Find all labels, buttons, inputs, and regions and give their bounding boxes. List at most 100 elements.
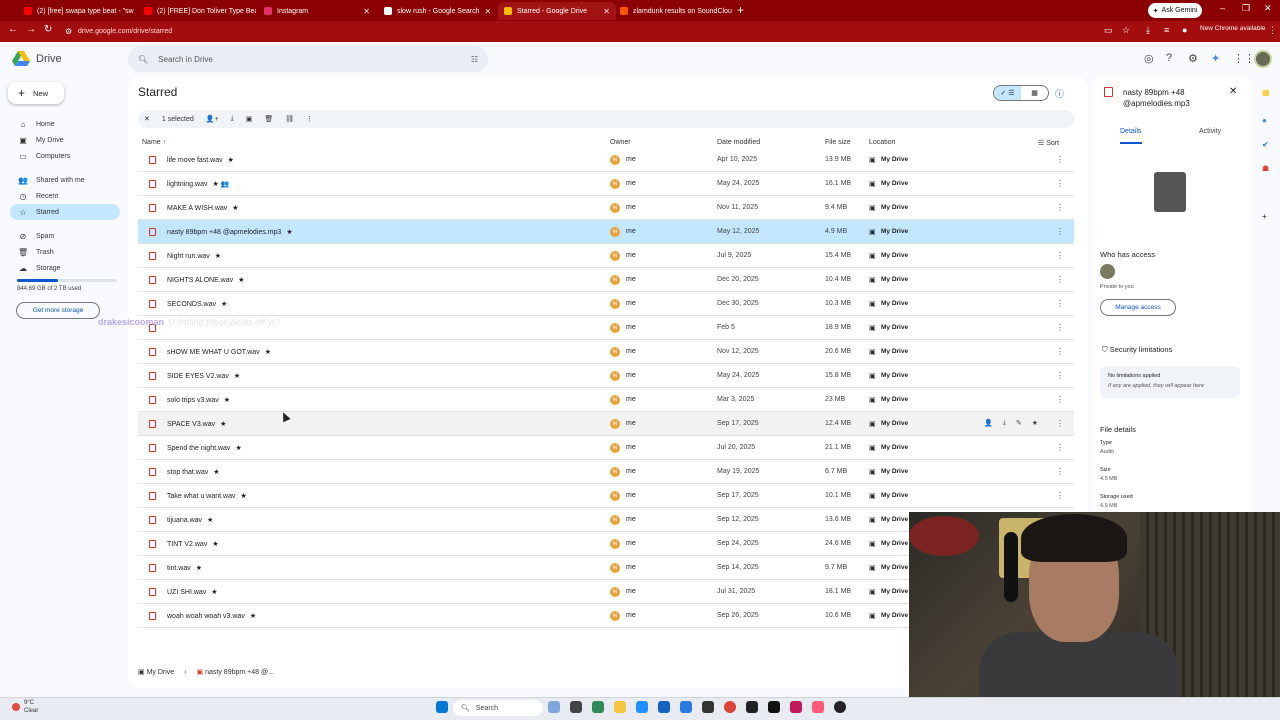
obs-icon[interactable] — [834, 701, 846, 713]
location[interactable]: My Drive — [881, 252, 908, 259]
file-row[interactable]: sHOW ME WHAT U GOT.wav ★ Mme Nov 12, 2025 20… — [138, 340, 1074, 364]
sidebar-item-my-drive[interactable]: ▣ My Drive — [10, 132, 120, 148]
start-icon[interactable] — [436, 701, 448, 713]
details-info-icon[interactable]: ⓘ — [1055, 87, 1064, 100]
location[interactable]: My Drive — [881, 180, 908, 187]
sidebar-item-trash[interactable]: 🗑︎ Trash — [10, 244, 120, 260]
more-actions-icon[interactable]: ⋮ — [1056, 323, 1064, 332]
daw-icon[interactable] — [746, 701, 758, 713]
view-toggle[interactable]: ✓ ☰ ▦ — [993, 85, 1049, 101]
copilot-icon[interactable] — [592, 701, 604, 713]
more-actions-icon[interactable]: ⋮ — [1056, 179, 1064, 188]
sidebar-item-spam[interactable]: ⊘ Spam — [10, 228, 120, 244]
location[interactable]: My Drive — [881, 588, 908, 595]
location[interactable]: My Drive — [881, 300, 908, 307]
browser-tab[interactable]: (2) [free] swapa type beat - "sw✕ — [18, 2, 136, 20]
grid-view-icon[interactable]: ▦ — [1021, 86, 1048, 100]
file-row[interactable]: SIDE EYES V2.wav ★ Mme May 24, 2025 15.8 MB ▣… — [138, 364, 1074, 388]
more-actions-icon[interactable]: ⋮ — [1056, 443, 1064, 452]
move-icon[interactable]: ▣ — [246, 115, 253, 123]
get-more-storage-button[interactable]: Get more storage — [16, 302, 100, 319]
forward-icon[interactable]: → — [26, 24, 36, 35]
share-icon[interactable]: 👤 — [984, 419, 993, 427]
browser-tab[interactable]: (2) [FREE] Don Toliver Type Beat✕ — [138, 2, 256, 20]
edge-icon[interactable] — [636, 701, 648, 713]
chrome-icon[interactable] — [724, 701, 736, 713]
gemini-spark-icon[interactable]: ✦ — [1211, 52, 1220, 65]
sidebar-item-shared-with-me[interactable]: 👥 Shared with me — [10, 172, 120, 188]
weather-widget[interactable]: 9°C Clear — [12, 699, 38, 715]
star-toggle-icon[interactable]: ★ — [1032, 419, 1038, 427]
more-actions-icon[interactable]: ⋮ — [1056, 467, 1064, 476]
file-row[interactable]: nasty 89bpm +48 @apmelodies.mp3 ★ Mme May 1… — [138, 220, 1074, 244]
location[interactable]: My Drive — [881, 396, 908, 403]
back-icon[interactable]: ← — [8, 24, 18, 35]
search-bar[interactable]: 🔍︎ Search in Drive ☷ — [128, 46, 488, 72]
file-row[interactable]: SECONDS.wav ★ Mme Dec 30, 2025 10.3 MB ▣ My Dr… — [138, 292, 1074, 316]
file-row[interactable]: Take what u want.wav ★ Mme Sep 17, 2025 10.1… — [138, 484, 1074, 508]
file-row[interactable]: life move fast.wav ★ Mme Apr 10, 2025 13.9 M… — [138, 148, 1074, 172]
more-actions-icon[interactable]: ⋮ — [1056, 395, 1064, 404]
widgets-icon[interactable] — [548, 701, 560, 713]
location[interactable]: My Drive — [881, 204, 908, 211]
breadcrumb-file[interactable]: ▣ nasty 89bpm +48 @... — [197, 668, 274, 676]
more-actions-icon[interactable]: ⋮ — [1056, 203, 1064, 212]
new-chrome-badge[interactable]: New Chrome available — [1200, 25, 1265, 32]
profile-icon[interactable]: ● — [1182, 25, 1187, 35]
column-name[interactable]: Name ↑ — [142, 139, 166, 146]
sidebar-item-home[interactable]: ⌂ Home — [10, 116, 120, 132]
tasks-side-icon[interactable]: ✔ — [1262, 140, 1269, 149]
delete-icon[interactable]: 🗑︎ — [264, 115, 273, 123]
sidebar-item-starred[interactable]: ☆ Starred — [10, 204, 120, 220]
column-owner[interactable]: Owner — [610, 139, 631, 146]
location[interactable]: My Drive — [881, 444, 908, 451]
drive-logo[interactable]: Drive — [12, 51, 62, 67]
file-row[interactable]: Night run.wav ★ Mme Jul 9, 2025 15.4 MB ▣ My D… — [138, 244, 1074, 268]
location[interactable]: My Drive — [881, 612, 908, 619]
browser-tab[interactable]: Starred - Google Drive ✕ — [498, 2, 616, 20]
file-row[interactable]: MAKE A WISH.wav ★ Mme Nov 11, 2025 9.4 MB ▣ My… — [138, 196, 1074, 220]
media-app-icon[interactable] — [790, 701, 802, 713]
bookmark-icon[interactable]: ☆ — [1122, 25, 1130, 36]
more-actions-icon[interactable]: ⋮ — [1056, 155, 1064, 164]
offline-status-icon[interactable]: ◎ — [1144, 52, 1154, 65]
calendar-side-icon[interactable]: ▦ — [1262, 88, 1270, 97]
taskbar-search[interactable]: 🔍︎ Search — [453, 700, 543, 716]
contacts-side-icon[interactable]: ☗ — [1262, 164, 1269, 173]
location[interactable]: My Drive — [881, 492, 908, 499]
location[interactable]: My Drive — [881, 348, 908, 355]
task-view-icon[interactable] — [570, 701, 582, 713]
file-row[interactable]: stop that.wav ★ Mme May 19, 2025 6.7 MB ▣ My D… — [138, 460, 1074, 484]
chrome-menu-icon[interactable]: ⋮ — [1268, 25, 1277, 36]
sidebar-item-computers[interactable]: ▭ Computers — [10, 148, 120, 164]
more-actions-icon[interactable]: ⋮ — [1056, 491, 1064, 500]
file-row[interactable]: SPACE V3.wav ★ Mme Sep 17, 2025 12.4 MB ▣ My D… — [138, 412, 1074, 436]
location[interactable]: My Drive — [881, 324, 908, 331]
column-file-size[interactable]: File size — [825, 139, 851, 146]
close-tab-icon[interactable]: ✕ — [484, 7, 491, 16]
rename-icon[interactable]: ✎ — [1016, 419, 1022, 427]
sidebar-item-storage[interactable]: ☁ Storage — [10, 260, 120, 276]
close-details-icon[interactable]: ✕ — [1229, 86, 1237, 97]
url-field[interactable]: ⚙ drive.google.com/drive/starred — [60, 24, 1090, 39]
location[interactable]: My Drive — [881, 420, 908, 427]
list-view-icon[interactable]: ✓ ☰ — [994, 86, 1021, 100]
music-app-icon[interactable] — [812, 701, 824, 713]
file-row[interactable]: Spend the night.wav ★ Mme Jul 20, 2025 21.1 … — [138, 436, 1074, 460]
location[interactable]: My Drive — [881, 228, 908, 235]
search-icon[interactable]: 🔍︎ — [138, 55, 148, 64]
more-actions-icon[interactable]: ⋮ — [1056, 251, 1064, 260]
search-input[interactable]: Search in Drive — [158, 55, 213, 64]
download-icon[interactable]: ⤓ — [1146, 25, 1150, 36]
more-actions-icon[interactable]: ⋮ — [1056, 371, 1064, 380]
cast-icon[interactable]: ▭ — [1104, 25, 1113, 36]
location[interactable]: My Drive — [881, 156, 908, 163]
store-icon[interactable] — [658, 701, 670, 713]
share-icon[interactable]: 👤+ — [206, 115, 219, 123]
more-actions-icon[interactable]: ⋮ — [1056, 275, 1064, 284]
add-addon-icon[interactable]: + — [1262, 212, 1267, 221]
settings-icon[interactable]: ⚙ — [1188, 52, 1198, 65]
location[interactable]: My Drive — [881, 468, 908, 475]
copy-link-icon[interactable]: ⛓ — [285, 115, 294, 123]
more-actions-icon[interactable]: ⋮ — [1056, 419, 1064, 428]
